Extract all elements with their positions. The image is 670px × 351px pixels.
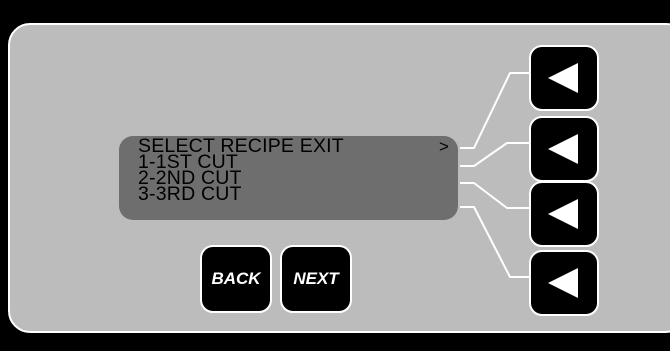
left-triangle-icon <box>548 199 578 229</box>
softkey-line-4-button[interactable] <box>529 250 599 316</box>
softkey-line-2-button[interactable] <box>529 116 599 182</box>
next-button[interactable]: NEXT <box>280 245 352 313</box>
back-button[interactable]: BACK <box>200 245 272 313</box>
left-triangle-icon <box>548 134 578 164</box>
left-triangle-icon <box>548 268 578 298</box>
softkey-line-1-button[interactable] <box>529 45 599 111</box>
softkey-line-3-button[interactable] <box>529 181 599 247</box>
left-triangle-icon <box>548 63 578 93</box>
